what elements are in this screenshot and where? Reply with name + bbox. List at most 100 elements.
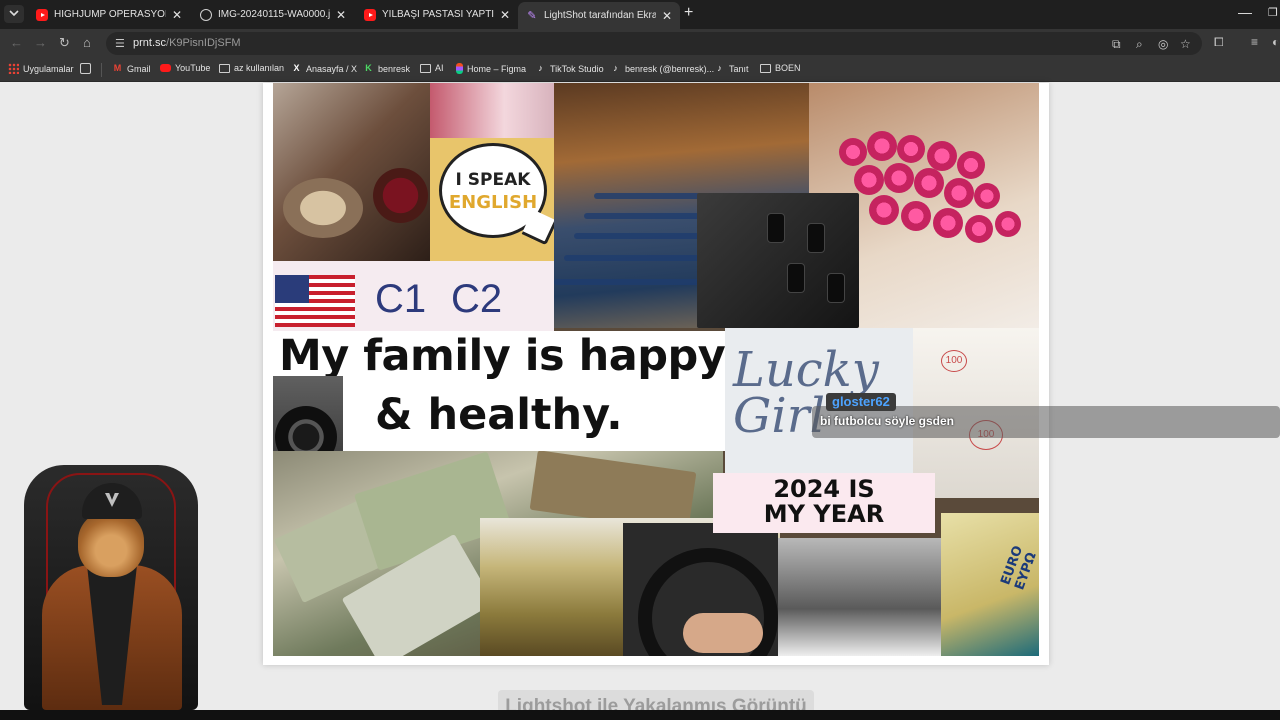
- kick-icon: K: [365, 63, 372, 73]
- close-icon[interactable]: ✕: [172, 8, 182, 22]
- site-info-icon[interactable]: ☰: [115, 37, 125, 50]
- shirt: [87, 565, 137, 705]
- bookmark-folder-az-kullanilan[interactable]: az kullanılan: [219, 63, 284, 73]
- bookmark-gmail[interactable]: M Gmail: [112, 63, 151, 74]
- euro-banknote-photo: EURO EYPΩ: [941, 513, 1039, 656]
- leather-jacket: [42, 565, 182, 710]
- bookmark-tanit[interactable]: ♪ Tanıt: [714, 63, 749, 74]
- bookmark-label: az kullanılan: [234, 63, 285, 73]
- rose: [995, 211, 1021, 237]
- bookmark-label: Anasayfa / X: [306, 63, 358, 74]
- bookmark-label: BOEN: [775, 63, 801, 73]
- bookmark-apps[interactable]: Uygulamalar: [8, 63, 74, 74]
- close-icon[interactable]: ✕: [662, 9, 672, 23]
- tiktok-icon: ♪: [717, 63, 722, 73]
- tab-yilbasi[interactable]: YILBAŞI PASTASI YAPTIK - YouTu ✕: [356, 3, 518, 26]
- chevron-down-icon: [9, 10, 19, 17]
- cat-face: [78, 511, 144, 577]
- tab-search-button[interactable]: [4, 5, 24, 23]
- rose: [927, 141, 957, 171]
- tab-list-icon[interactable]: ≡: [1251, 35, 1258, 49]
- tab-groups-button[interactable]: [80, 63, 95, 74]
- level-c2: C2: [451, 277, 503, 321]
- url-path: /K9PisnIDjSFM: [166, 37, 241, 49]
- bookmark-tiktok-studio[interactable]: ♪ TikTok Studio: [535, 63, 604, 74]
- bookmark-label: benresk: [378, 63, 411, 74]
- folder-icon: [420, 63, 431, 73]
- bookmark-x[interactable]: X Anasayfa / X: [291, 63, 357, 74]
- minimize-icon[interactable]: —: [1238, 4, 1252, 20]
- close-icon[interactable]: ✕: [336, 8, 346, 22]
- bookmark-label: YouTube: [175, 63, 211, 73]
- url-text[interactable]: prnt.sc/K9PisnIDjSFM: [133, 37, 241, 49]
- zoom-icon[interactable]: ⌕: [1136, 37, 1143, 52]
- couple-photo: [778, 538, 941, 656]
- extensions-icon[interactable]: ⧠: [1214, 35, 1224, 50]
- hand: [683, 613, 763, 653]
- new-tab-icon[interactable]: +: [684, 4, 693, 22]
- forward-icon[interactable]: →: [34, 35, 47, 50]
- tab-lightshot[interactable]: ✎ LightShot tarafından Ekran Görü ✕: [518, 2, 680, 29]
- bookmark-label: Tanıt: [729, 63, 749, 74]
- us-flag-icon: [275, 275, 355, 327]
- tab-title: LightShot tarafından Ekran Görü: [544, 10, 656, 21]
- url-domain: prnt.sc: [133, 37, 167, 49]
- star-icon[interactable]: ☆: [1180, 37, 1191, 51]
- wolf-badge-icon: [105, 493, 119, 507]
- vision-board-image[interactable]: I SPEAK ENGLISH C1 C2 My family is happy…: [273, 83, 1039, 656]
- rose: [897, 135, 925, 163]
- tab-strip: HİGHJUMP OPERASYONU - Am ✕ IMG-20240115-…: [0, 0, 1280, 29]
- address-bar[interactable]: ☰ prnt.sc/K9PisnIDjSFM ⧉ ⌕ ◎ ☆: [106, 32, 1202, 55]
- tab-highjump[interactable]: HİGHJUMP OPERASYONU - Am ✕: [28, 3, 190, 26]
- reload-icon[interactable]: ↻: [59, 35, 70, 51]
- bookmark-label: TikTok Studio: [550, 63, 604, 74]
- bookmarks-bar: Uygulamalar M Gmail YouTube az kullanılan…: [0, 58, 1280, 82]
- rose: [884, 163, 914, 193]
- english-tile: I SPEAK ENGLISH: [430, 83, 554, 261]
- bookmark-label: AI: [435, 63, 444, 73]
- bookmark-figma[interactable]: Home – Figma: [456, 63, 526, 74]
- tiktok-icon: ♪: [613, 63, 618, 73]
- close-icon[interactable]: ✕: [500, 8, 510, 22]
- steering-wheel-photo: [623, 523, 778, 656]
- euro-text: EURO EYPΩ: [998, 543, 1039, 593]
- home-icon[interactable]: ⌂: [83, 35, 91, 50]
- rose: [901, 201, 931, 231]
- bookmark-tiktok-benresk[interactable]: ♪ benresk (@benresk)...: [610, 63, 714, 74]
- grid-icon: [80, 63, 91, 74]
- level-c1: C1: [375, 277, 427, 321]
- bookmark-youtube[interactable]: YouTube: [160, 63, 210, 73]
- restore-icon[interactable]: ❐: [1268, 6, 1278, 19]
- back-icon[interactable]: ←: [10, 35, 23, 50]
- stream-bottom-bar: [0, 710, 1280, 720]
- tab-img-file[interactable]: IMG-20240115-WA0000.jpg (12 ✕: [192, 3, 354, 26]
- bookmark-folder-boen[interactable]: BOEN: [760, 63, 801, 73]
- rose: [914, 168, 944, 198]
- figma-icon: [456, 63, 463, 74]
- year-line-2: MY YEAR: [763, 500, 885, 528]
- youtube-icon: [36, 8, 48, 21]
- apps-icon: [8, 63, 19, 74]
- rose: [854, 165, 884, 195]
- bookmark-folder-ai[interactable]: AI: [420, 63, 444, 73]
- screenshot-frame: I SPEAK ENGLISH C1 C2 My family is happy…: [263, 83, 1049, 665]
- profile-icon[interactable]: ◐: [1272, 35, 1279, 49]
- manicure-photo: [430, 83, 554, 138]
- bookmark-label: benresk (@benresk)...: [625, 63, 715, 74]
- globe-icon: [200, 8, 212, 21]
- wine-glass: [373, 168, 428, 223]
- dumbbell: [767, 213, 785, 243]
- dumbbell: [787, 263, 805, 293]
- youtube-icon: [160, 64, 171, 72]
- tab-title: HİGHJUMP OPERASYONU - Am: [54, 9, 166, 20]
- browser-toolbar: ← → ↻ ⌂ ☰ prnt.sc/K9PisnIDjSFM ⧉ ⌕ ◎ ☆ ⧠…: [0, 29, 1280, 58]
- eye-off-icon[interactable]: ◎: [1158, 37, 1168, 51]
- tiktok-icon: ♪: [538, 63, 543, 73]
- chat-username: gloster62: [826, 393, 896, 411]
- bookmark-kick[interactable]: Kbenresk: [363, 63, 410, 74]
- folder-icon: [760, 63, 771, 73]
- rose: [974, 183, 1000, 209]
- feather-icon: ✎: [527, 10, 537, 22]
- gmail-icon: M: [113, 63, 122, 73]
- install-icon[interactable]: ⧉: [1112, 37, 1121, 52]
